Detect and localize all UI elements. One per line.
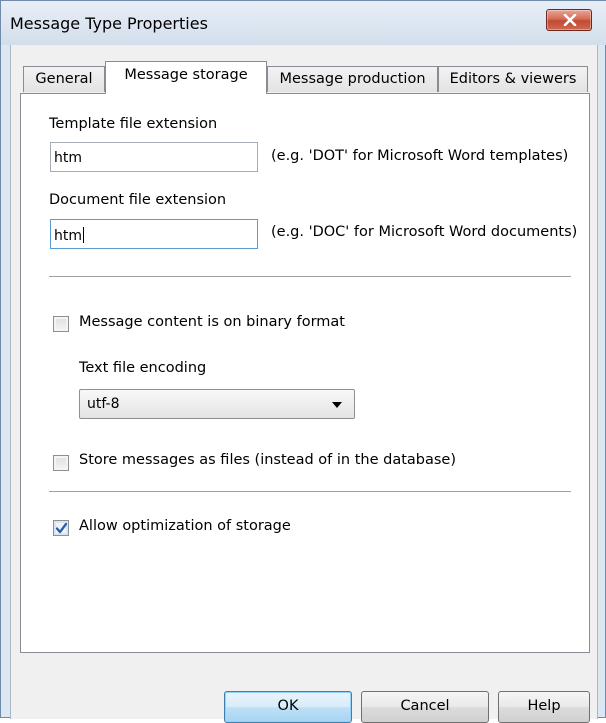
- tab-panel-message-storage: Template file extension htm (e.g. 'DOT' …: [20, 93, 590, 653]
- tab-message-storage[interactable]: Message storage: [105, 61, 267, 94]
- dialog-client-area: General Message storage Message producti…: [10, 45, 598, 723]
- binary-format-checkbox[interactable]: [53, 316, 69, 332]
- document-extension-input[interactable]: htm: [50, 219, 258, 249]
- window-title: Message Type Properties: [10, 14, 208, 33]
- help-button[interactable]: Help: [498, 691, 590, 723]
- close-icon: [563, 14, 577, 26]
- ok-button-label: OK: [277, 698, 299, 714]
- cancel-button-label: Cancel: [400, 698, 450, 714]
- tab-message-production[interactable]: Message production: [267, 66, 438, 92]
- encoding-select[interactable]: utf-8: [79, 389, 355, 419]
- document-extension-value: htm: [54, 228, 82, 244]
- template-extension-label: Template file extension: [49, 116, 218, 132]
- help-button-label: Help: [527, 698, 561, 714]
- tab-message-production-label: Message production: [279, 71, 426, 87]
- optimize-storage-label: Allow optimization of storage: [79, 518, 291, 534]
- close-button[interactable]: [546, 9, 592, 31]
- tab-general-label: General: [35, 71, 93, 87]
- template-extension-hint: (e.g. 'DOT' for Microsoft Word templates…: [271, 148, 569, 164]
- template-extension-input[interactable]: htm: [50, 142, 258, 172]
- separator-1: [49, 276, 571, 277]
- binary-format-label: Message content is on binary format: [79, 314, 345, 330]
- encoding-selected-value: utf-8: [87, 396, 120, 412]
- store-as-files-label: Store messages as files (instead of in t…: [79, 452, 456, 468]
- document-extension-hint: (e.g. 'DOC' for Microsoft Word documents…: [271, 224, 578, 240]
- ok-button[interactable]: OK: [224, 691, 352, 723]
- title-bar[interactable]: Message Type Properties: [1, 1, 606, 45]
- tab-editors-viewers-label: Editors & viewers: [449, 71, 577, 87]
- dialog-window: Message Type Properties General Message …: [0, 0, 606, 723]
- document-extension-label: Document file extension: [49, 192, 227, 208]
- tab-general[interactable]: General: [23, 66, 105, 92]
- tab-message-storage-label: Message storage: [124, 67, 248, 83]
- checkmark-icon: [55, 522, 68, 534]
- separator-2: [49, 491, 571, 492]
- tab-editors-viewers[interactable]: Editors & viewers: [438, 66, 588, 92]
- template-extension-value: htm: [54, 150, 82, 166]
- encoding-label: Text file encoding: [79, 360, 207, 376]
- store-as-files-checkbox[interactable]: [53, 455, 69, 471]
- optimize-storage-checkbox[interactable]: [53, 520, 69, 536]
- text-caret: [83, 227, 84, 243]
- cancel-button[interactable]: Cancel: [361, 691, 489, 723]
- chevron-down-icon: [332, 402, 342, 408]
